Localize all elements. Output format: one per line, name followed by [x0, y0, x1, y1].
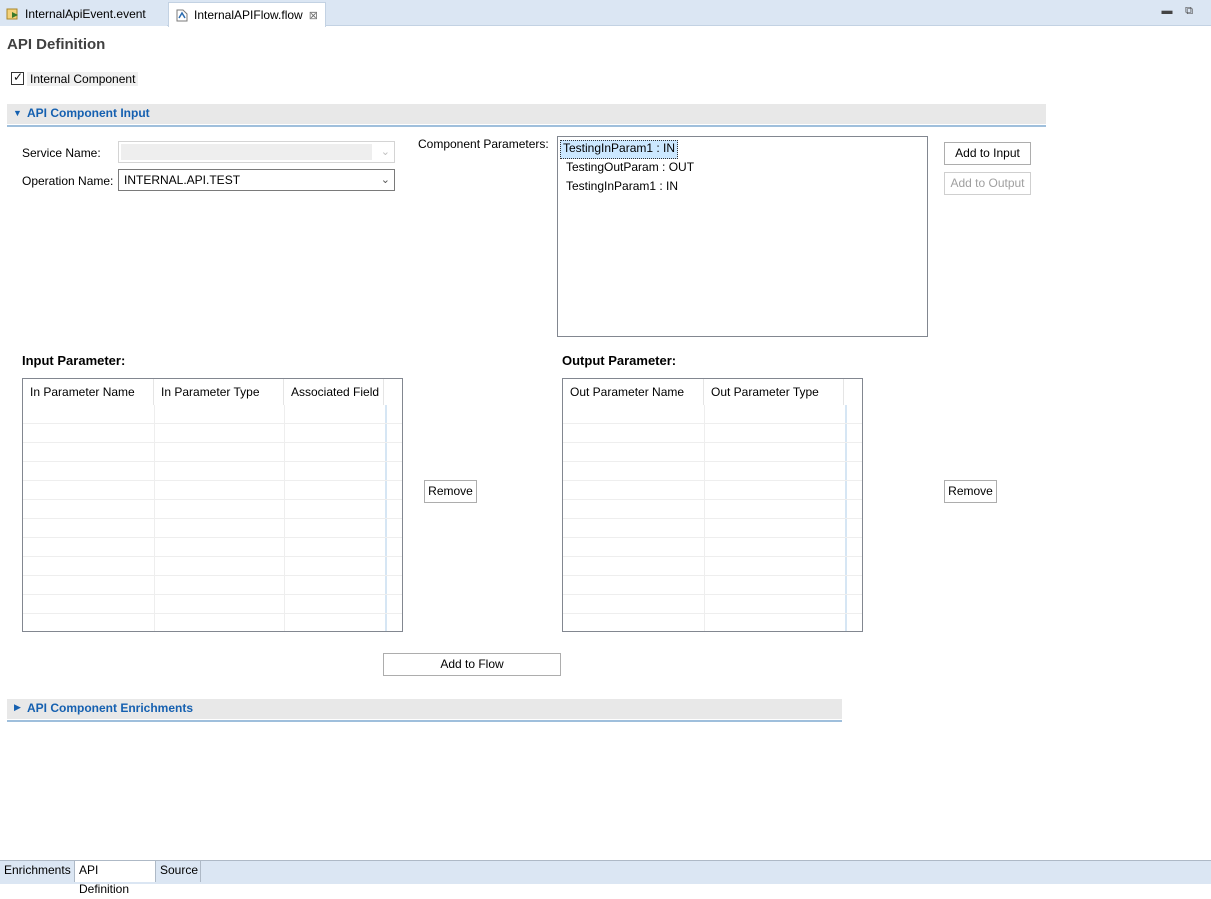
row-divider [23, 594, 402, 595]
row-divider [23, 442, 402, 443]
tab-label: InternalAPIFlow.flow [194, 8, 303, 22]
service-name-combo[interactable]: ⌄ [118, 141, 395, 163]
service-name-label: Service Name: [22, 146, 101, 160]
remove-input-button[interactable]: Remove [424, 480, 477, 503]
column-header[interactable]: Associated Field [284, 379, 384, 405]
row-divider [563, 575, 862, 576]
column-header[interactable]: Out Parameter Name [563, 379, 704, 405]
flow-file-icon [175, 8, 189, 22]
row-divider [563, 423, 862, 424]
remove-output-button[interactable]: Remove [944, 480, 997, 503]
editor-tab-bar: InternalApiEvent.event InternalAPIFlow.f… [0, 0, 1211, 27]
list-item[interactable]: TestingOutParam : OUT [564, 159, 696, 176]
component-parameters-label: Component Parameters: [418, 137, 549, 151]
page-title: API Definition [7, 36, 106, 53]
row-divider [563, 499, 862, 500]
operation-name-value: INTERNAL.API.TEST [124, 173, 241, 187]
chevron-down-icon: ⌄ [380, 146, 390, 158]
input-parameter-table[interactable]: In Parameter Name In Parameter Type Asso… [22, 378, 403, 632]
row-divider [563, 613, 862, 614]
internal-component-label: Internal Component [27, 72, 139, 86]
row-divider [563, 461, 862, 462]
add-to-flow-button[interactable]: Add to Flow [383, 653, 561, 676]
expand-triangle-icon[interactable]: ▼ [13, 108, 22, 118]
row-divider [23, 499, 402, 500]
input-parameter-heading: Input Parameter: [22, 353, 126, 368]
row-divider [23, 613, 402, 614]
column-header[interactable]: Out Parameter Type [704, 379, 844, 405]
column-header[interactable]: In Parameter Name [23, 379, 154, 405]
output-parameter-table[interactable]: Out Parameter Name Out Parameter Type [562, 378, 863, 632]
row-divider [23, 480, 402, 481]
section-title[interactable]: API Component Input [27, 106, 150, 120]
restore-icon[interactable]: ⧉ [1183, 5, 1195, 17]
row-divider [563, 594, 862, 595]
row-divider [23, 537, 402, 538]
tab-internal-api-flow[interactable]: InternalAPIFlow.flow ⊠ [168, 2, 326, 27]
minimize-icon[interactable]: ▬ [1161, 5, 1173, 17]
column-header[interactable]: In Parameter Type [154, 379, 284, 405]
tab-source[interactable]: Source [156, 861, 201, 882]
tab-enrichments[interactable]: Enrichments [0, 861, 75, 882]
collapse-triangle-icon[interactable]: ▶ [14, 702, 21, 713]
close-icon[interactable]: ⊠ [309, 9, 318, 22]
row-divider [23, 575, 402, 576]
row-divider [563, 480, 862, 481]
section-divider [7, 125, 1046, 127]
operation-name-label: Operation Name: [22, 174, 114, 188]
disabled-field-fill [121, 144, 372, 160]
component-parameters-list[interactable]: TestingInParam1 : IN TestingOutParam : O… [557, 136, 928, 337]
row-divider [23, 461, 402, 462]
section-title[interactable]: API Component Enrichments [27, 701, 193, 715]
tab-api-definition[interactable]: API Definition [75, 861, 156, 896]
add-to-input-button[interactable]: Add to Input [944, 142, 1031, 165]
row-divider [563, 518, 862, 519]
tab-internal-api-event[interactable]: InternalApiEvent.event [0, 2, 167, 26]
event-file-icon [6, 7, 20, 21]
internal-component-checkbox[interactable] [11, 70, 24, 85]
row-divider [563, 442, 862, 443]
list-item[interactable]: TestingInParam1 : IN [564, 178, 680, 195]
row-divider [563, 537, 862, 538]
tab-label: InternalApiEvent.event [25, 7, 146, 21]
api-component-input-header[interactable] [7, 104, 1046, 124]
output-parameter-heading: Output Parameter: [562, 353, 677, 368]
section-divider [7, 720, 842, 722]
list-item[interactable]: TestingInParam1 : IN [560, 140, 679, 159]
row-divider [23, 518, 402, 519]
row-divider [23, 556, 402, 557]
chevron-down-icon: ⌄ [380, 174, 390, 186]
row-divider [563, 556, 862, 557]
bottom-tab-bar: Enrichments API Definition Source [0, 860, 1211, 896]
row-divider [23, 423, 402, 424]
operation-name-combo[interactable]: INTERNAL.API.TEST ⌄ [118, 169, 395, 191]
add-to-output-button[interactable]: Add to Output [944, 172, 1031, 195]
